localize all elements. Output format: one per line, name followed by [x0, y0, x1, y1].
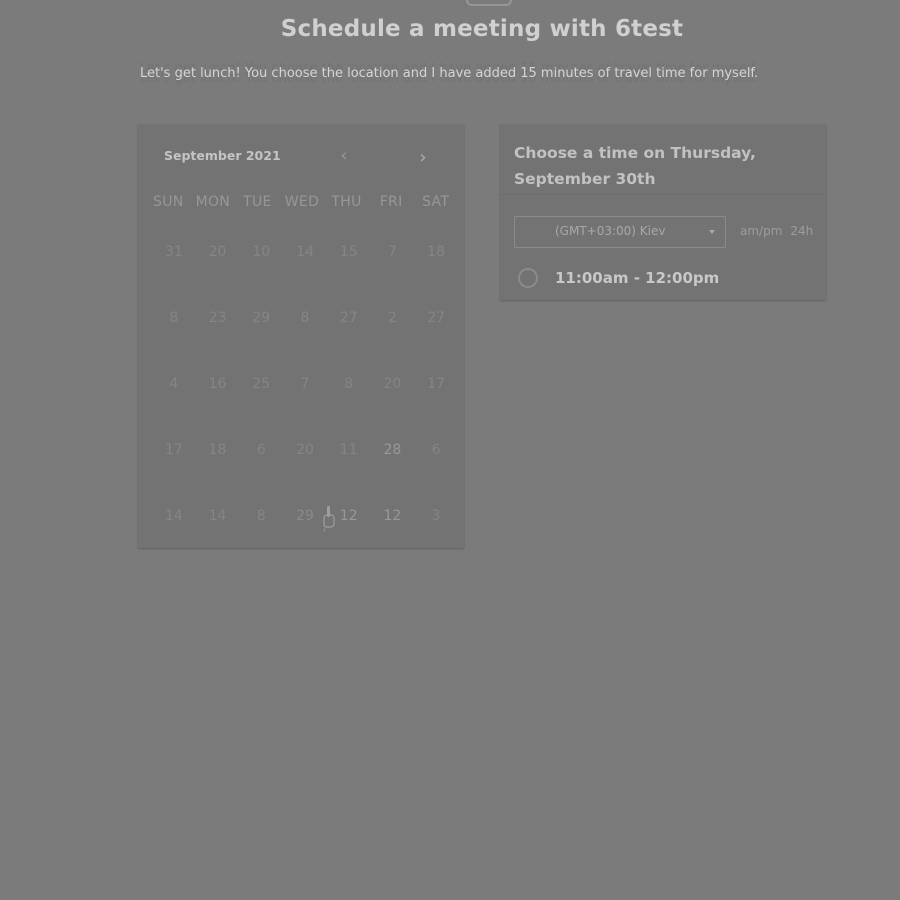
calendar-day[interactable]: 10	[239, 240, 283, 306]
calendar-day[interactable]: 14	[283, 240, 327, 306]
calendar-day[interactable]: 3	[414, 504, 458, 570]
weekday-label: THU	[331, 194, 362, 210]
calendar-day[interactable]: 17	[414, 372, 458, 438]
page-title: Schedule a meeting with 6test	[280, 16, 684, 42]
calendar-panel: September 2021 ‹ › SUN MON TUE WED THU F…	[138, 124, 464, 548]
chevron-left-icon[interactable]: ‹	[336, 146, 352, 166]
calendar-day[interactable]: 28	[371, 438, 415, 504]
time-picker-title: Choose a time on Thursday, September 30t…	[514, 144, 756, 188]
timezone-select[interactable]: (GMT+03:00) Kiev	[514, 216, 726, 248]
calendar-day[interactable]: 17	[152, 438, 196, 504]
format-24h-option[interactable]: 24h	[790, 224, 813, 238]
page-subtitle: Let's get lunch! You choose the location…	[140, 66, 759, 81]
calendar-day[interactable]: 27	[414, 306, 458, 372]
weekday-label: SAT	[422, 194, 450, 210]
time-slot-label: 11:00am - 12:00pm	[555, 269, 720, 287]
weekday-label: MON	[195, 194, 231, 210]
calendar-day[interactable]: 29	[239, 306, 283, 372]
weekday-header: SUN MON TUE WED THU FRI SAT	[146, 194, 458, 214]
calendar-day[interactable]: 2	[371, 306, 415, 372]
calendar-days-grid: 31 20 10 14 15 7 18 8 23 29 8 27 2 27 4 …	[152, 240, 458, 540]
weekday-label: WED	[284, 194, 320, 210]
calendar-day[interactable]: 6	[239, 438, 283, 504]
calendar-day[interactable]: 18	[196, 438, 240, 504]
calendar-day[interactable]: 11	[327, 438, 371, 504]
hand-cursor-icon	[323, 506, 335, 532]
weekday-label: FRI	[379, 194, 403, 210]
calendar-month-label: September 2021	[164, 148, 281, 163]
time-slot-option[interactable]: 11:00am - 12:00pm	[518, 268, 808, 294]
time-format-toggle: am/pm 24h	[740, 224, 813, 238]
calendar-day[interactable]: 8	[239, 504, 283, 570]
calendar-day[interactable]: 8	[283, 306, 327, 372]
calendar-day[interactable]: 20	[371, 372, 415, 438]
divider	[500, 194, 826, 195]
format-ampm-option[interactable]: am/pm	[740, 224, 782, 238]
calendar-day[interactable]: 18	[414, 240, 458, 306]
calendar-day[interactable]: 8	[327, 372, 371, 438]
calendar-day[interactable]: 14	[196, 504, 240, 570]
calendar-day[interactable]: 16	[196, 372, 240, 438]
calendar-day[interactable]: 4	[152, 372, 196, 438]
calendar-day[interactable]: 23	[196, 306, 240, 372]
calendar-day[interactable]: 27	[327, 306, 371, 372]
calendar-day[interactable]: 7	[371, 240, 415, 306]
calendar-day[interactable]: 8	[152, 306, 196, 372]
chevron-right-icon[interactable]: ›	[413, 144, 433, 172]
calendar-day[interactable]: 6	[414, 438, 458, 504]
calendar-day[interactable]: 20	[196, 240, 240, 306]
time-picker-panel: Choose a time on Thursday, September 30t…	[500, 124, 826, 300]
weekday-label: TUE	[243, 194, 272, 210]
calendar-day[interactable]: 12	[371, 504, 415, 570]
calendar-day[interactable]: 20	[283, 438, 327, 504]
calendar-day[interactable]: 14	[152, 504, 196, 570]
calendar-day[interactable]: 31	[152, 240, 196, 306]
radio-icon[interactable]	[518, 268, 538, 288]
calendar-day[interactable]: 15	[327, 240, 371, 306]
weekday-label: SUN	[153, 194, 184, 210]
calendar-day[interactable]: 25	[239, 372, 283, 438]
caret-down-icon	[709, 230, 715, 234]
timezone-value: (GMT+03:00) Kiev	[555, 224, 666, 238]
logo-icon	[462, 0, 514, 10]
calendar-day[interactable]: 7	[283, 372, 327, 438]
